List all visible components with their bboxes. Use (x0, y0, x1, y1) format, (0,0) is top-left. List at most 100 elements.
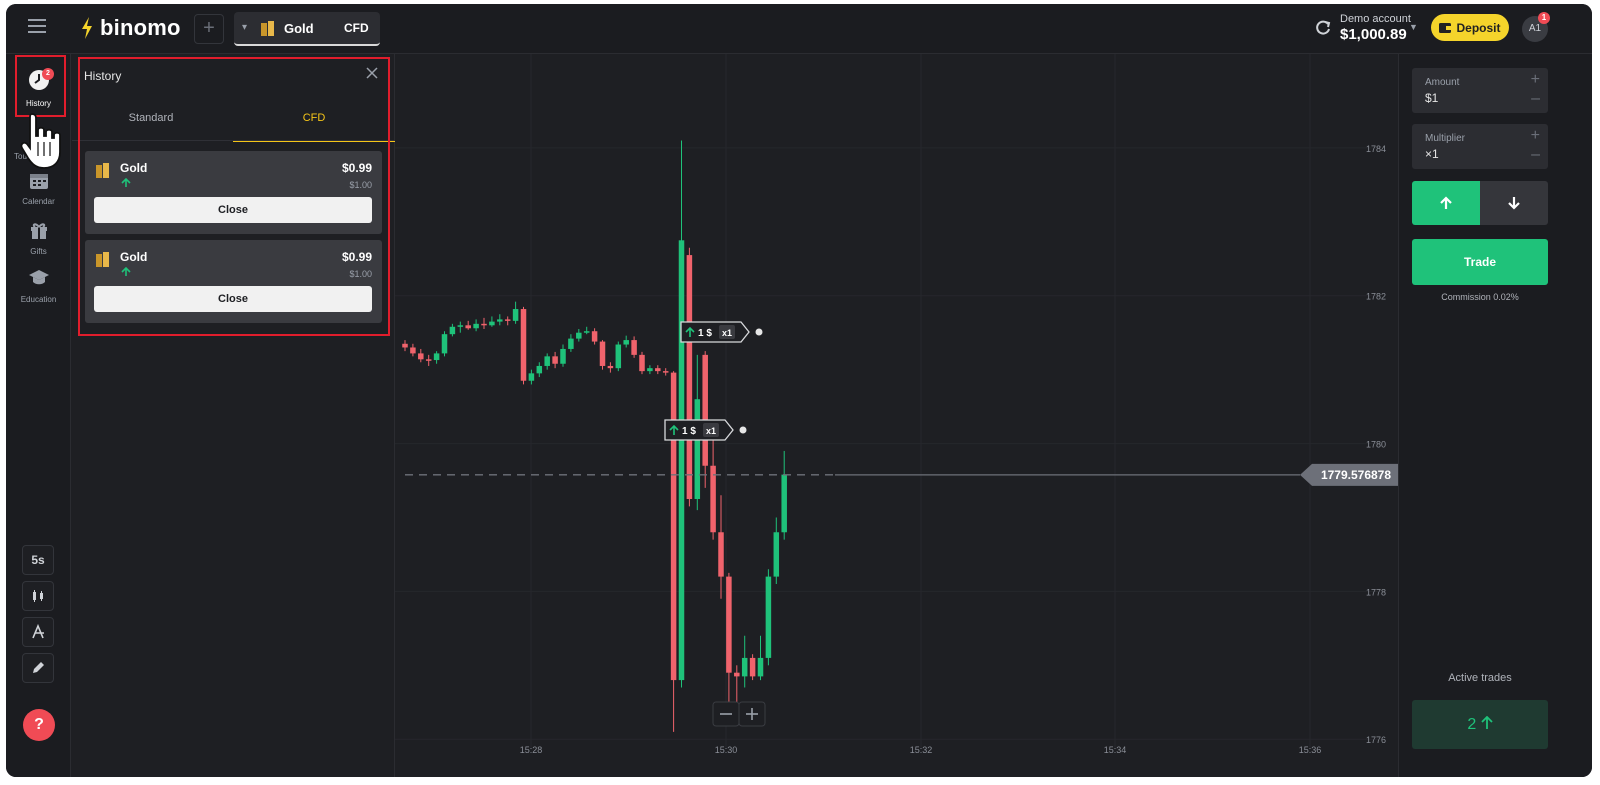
candle-body (702, 354, 708, 466)
hamburger-menu-icon[interactable] (28, 19, 46, 37)
candle-body (615, 344, 622, 369)
candle-body (599, 341, 606, 366)
candle-body (536, 365, 543, 374)
hand-cursor-icon (20, 113, 61, 169)
candle-body (497, 319, 503, 322)
y-tick-label: 1784 (1366, 144, 1386, 154)
candle-body (623, 340, 629, 345)
y-tick-label: 1778 (1366, 587, 1386, 597)
arrow-down-icon (1508, 197, 1520, 210)
chevron-down-icon[interactable]: ▼ (1409, 22, 1418, 32)
commission-text: Commission 0.02% (1441, 292, 1519, 302)
candle-body (718, 532, 724, 577)
candle-body (512, 309, 519, 321)
trade-marker-tag (664, 419, 734, 441)
multiplier-minus-icon[interactable]: – (1531, 146, 1540, 164)
trade-marker-amount: 1 $ (698, 328, 712, 339)
trade-marker-multiplier: x1 (722, 328, 732, 338)
notification-badge: 1 (1538, 12, 1550, 24)
deposit-label: Deposit (1456, 20, 1501, 35)
candle-body (694, 399, 701, 499)
amount-minus-icon[interactable]: – (1531, 90, 1540, 108)
candle-body (544, 356, 550, 366)
bolt-icon (82, 17, 92, 39)
candle-body (726, 576, 732, 673)
multiplier-field[interactable]: Multiplier ×1 + – (1412, 124, 1548, 169)
amount-field[interactable]: Amount $1 + – (1412, 68, 1548, 113)
calendar-icon (29, 174, 48, 189)
nav-item-education[interactable]: Education (6, 268, 71, 304)
chevron-down-icon[interactable]: ▾ (242, 22, 247, 33)
candle-body (576, 332, 582, 339)
candle-body (591, 331, 598, 342)
top-bar: binomo + ▾ Gold CFD Demo account $1,000.… (6, 4, 1592, 54)
nav-label: Education (20, 295, 57, 304)
candles-icon (33, 590, 43, 602)
logo-text: binomo (100, 15, 181, 40)
candle-body (734, 672, 740, 677)
trade-panel: Amount $1 + – Multiplier ×1 + – Trade Co… (1398, 54, 1592, 777)
direction-down-button[interactable] (1480, 181, 1548, 225)
candle-body (560, 348, 566, 364)
timeframe-button[interactable]: 5s (22, 545, 54, 575)
candle-body (757, 657, 764, 677)
candle-body (457, 325, 464, 327)
amount-plus-icon[interactable]: + (1531, 71, 1540, 89)
account-switcher[interactable]: Demo account $1,000.89 (1340, 13, 1411, 43)
multiplier-plus-icon[interactable]: + (1531, 127, 1540, 145)
candle-body (489, 321, 495, 326)
x-tick-label: 15:32 (910, 745, 933, 755)
active-trades-button[interactable]: 2 (1412, 700, 1548, 749)
nav-item-gifts[interactable]: Gifts (6, 220, 71, 256)
pencil-icon (33, 662, 44, 673)
multiplier-value[interactable]: ×1 (1425, 147, 1439, 161)
gift-icon (30, 223, 47, 239)
candle-body (662, 371, 669, 373)
wallet-icon (1439, 23, 1452, 33)
trade-entry-dot (755, 328, 763, 336)
indicators-button[interactable] (22, 617, 54, 647)
candle-body (678, 240, 685, 681)
account-label: Demo account (1340, 13, 1411, 25)
candle-body (528, 373, 535, 381)
candle-body (410, 347, 416, 354)
trade-button[interactable]: Trade (1412, 239, 1548, 285)
asset-tab[interactable]: ▾ Gold CFD (234, 12, 380, 46)
nav-label: Calendar (22, 197, 55, 206)
logo: binomo (80, 15, 181, 41)
candle-body (433, 353, 440, 361)
candle-body (449, 326, 456, 335)
history-badge: 2 (42, 68, 54, 80)
candle-body (441, 334, 448, 354)
drawing-button[interactable] (22, 653, 54, 683)
candle-body (765, 576, 772, 658)
active-trades-label: Active trades (1448, 672, 1512, 684)
y-tick-label: 1780 (1366, 440, 1386, 450)
candle-body (773, 532, 780, 577)
candle-body (749, 657, 756, 677)
candle-body (425, 359, 432, 361)
help-button[interactable]: ? (23, 709, 55, 741)
direction-up-button[interactable] (1412, 181, 1480, 225)
trade-entry-dot (739, 426, 747, 434)
chart-type-button[interactable] (22, 581, 54, 611)
price-chart[interactable]: 1784 1782 1780 1778 1776 15:28 15:30 15:32 15:34… (395, 54, 1398, 777)
candle-body (583, 331, 590, 333)
chart-canvas[interactable]: 1784 1782 1780 1778 1776 15:28 15:30 15:32 15:34… (395, 54, 1398, 777)
x-tick-label: 15:30 (715, 745, 738, 755)
nav-label: Gifts (30, 247, 47, 256)
x-tick-label: 15:34 (1104, 745, 1127, 755)
add-asset-tab-button[interactable]: + (194, 14, 224, 44)
indicators-icon (32, 623, 44, 639)
trade-marker-multiplier: x1 (706, 426, 716, 436)
amount-value[interactable]: $1 (1425, 91, 1438, 105)
candle-body (631, 340, 637, 355)
deposit-button[interactable]: Deposit (1431, 14, 1509, 41)
candle-body (504, 319, 511, 321)
nav-item-calendar[interactable]: Calendar (6, 172, 71, 206)
trade-marker: 1 $ x1 (680, 321, 763, 343)
arrow-up-icon (1481, 715, 1493, 729)
refresh-icon[interactable] (1313, 18, 1333, 38)
gold-bars-icon (261, 21, 274, 36)
candle-body (520, 309, 527, 381)
